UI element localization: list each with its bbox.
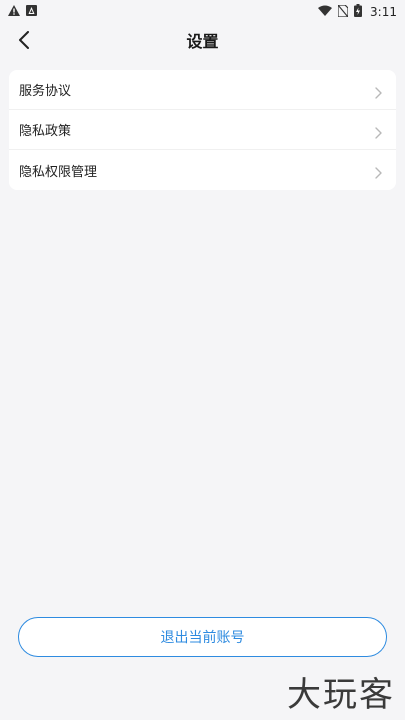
chevron-right-icon bbox=[372, 164, 384, 179]
warning-icon bbox=[8, 5, 20, 19]
chevron-right-icon bbox=[372, 124, 384, 139]
status-time: 3:11 bbox=[370, 5, 397, 19]
menu-item-label: 服务协议 bbox=[19, 84, 72, 99]
wifi-icon bbox=[318, 5, 333, 19]
menu-item-label: 隐私权限管理 bbox=[19, 164, 98, 180]
android-notification-icon bbox=[26, 5, 37, 19]
watermark: 大玩客 bbox=[287, 675, 395, 715]
logout-button[interactable]: 退出当前账号 bbox=[18, 617, 387, 657]
logout-button-label: 退出当前账号 bbox=[160, 630, 245, 646]
settings-menu-card: 服务协议 隐私政策 隐私权限管理 bbox=[9, 70, 396, 190]
chevron-right-icon bbox=[372, 84, 384, 99]
status-bar-left bbox=[8, 5, 37, 19]
status-bar: 3:11 bbox=[0, 0, 405, 24]
status-bar-right: 3:11 bbox=[318, 3, 397, 20]
page-title: 设置 bbox=[186, 32, 219, 51]
no-sim-icon bbox=[337, 3, 349, 20]
menu-item-label: 隐私政策 bbox=[19, 124, 72, 139]
header: 设置 bbox=[0, 24, 405, 60]
menu-item-service-agreement[interactable]: 服务协议 bbox=[9, 70, 396, 110]
menu-item-privacy-policy[interactable]: 隐私政策 bbox=[9, 110, 396, 150]
menu-item-privacy-permissions[interactable]: 隐私权限管理 bbox=[9, 150, 396, 190]
battery-icon bbox=[354, 4, 363, 20]
